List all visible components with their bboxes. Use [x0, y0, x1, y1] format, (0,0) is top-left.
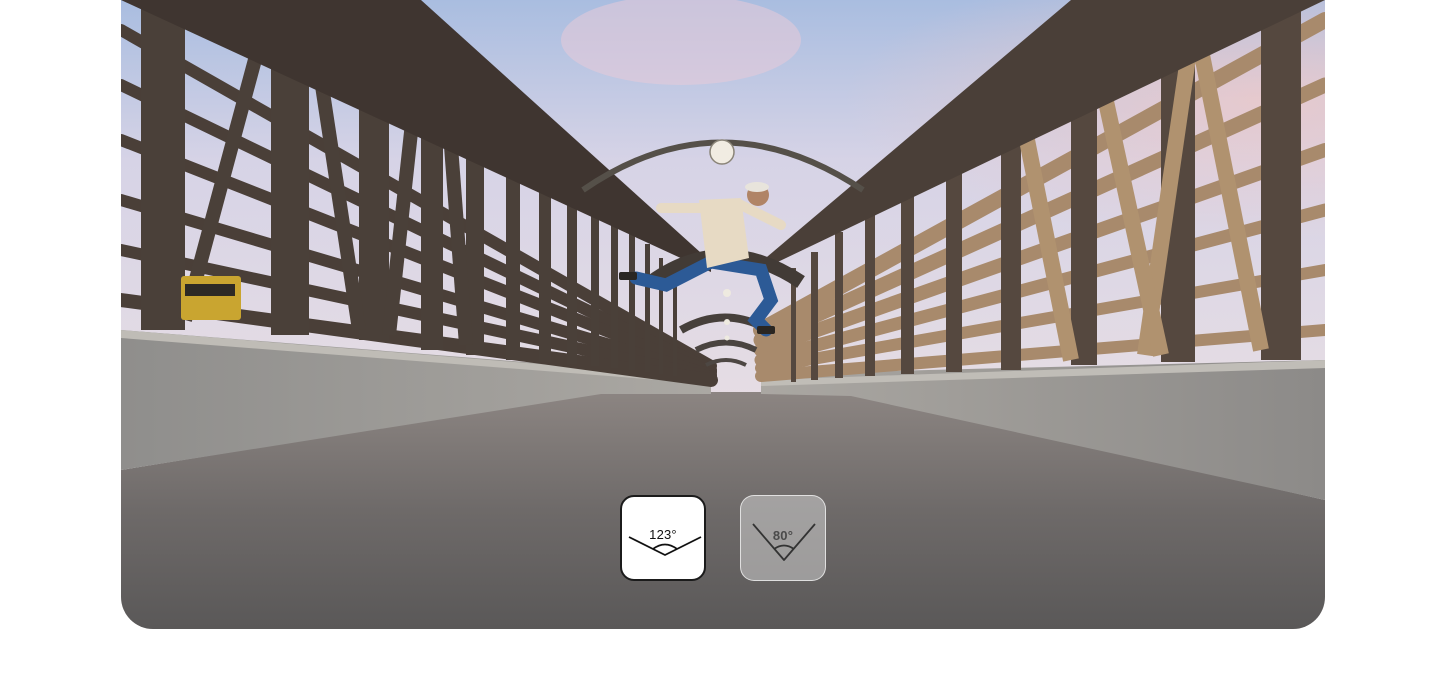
photo-preview: 123° 80° — [121, 0, 1325, 629]
lens-label: 80° — [772, 528, 794, 543]
lens-label: 123° — [649, 527, 677, 542]
lens-option-123[interactable]: 123° — [620, 495, 706, 581]
lens-option-80[interactable]: 80° — [740, 495, 826, 581]
bridge-photo — [121, 0, 1325, 629]
